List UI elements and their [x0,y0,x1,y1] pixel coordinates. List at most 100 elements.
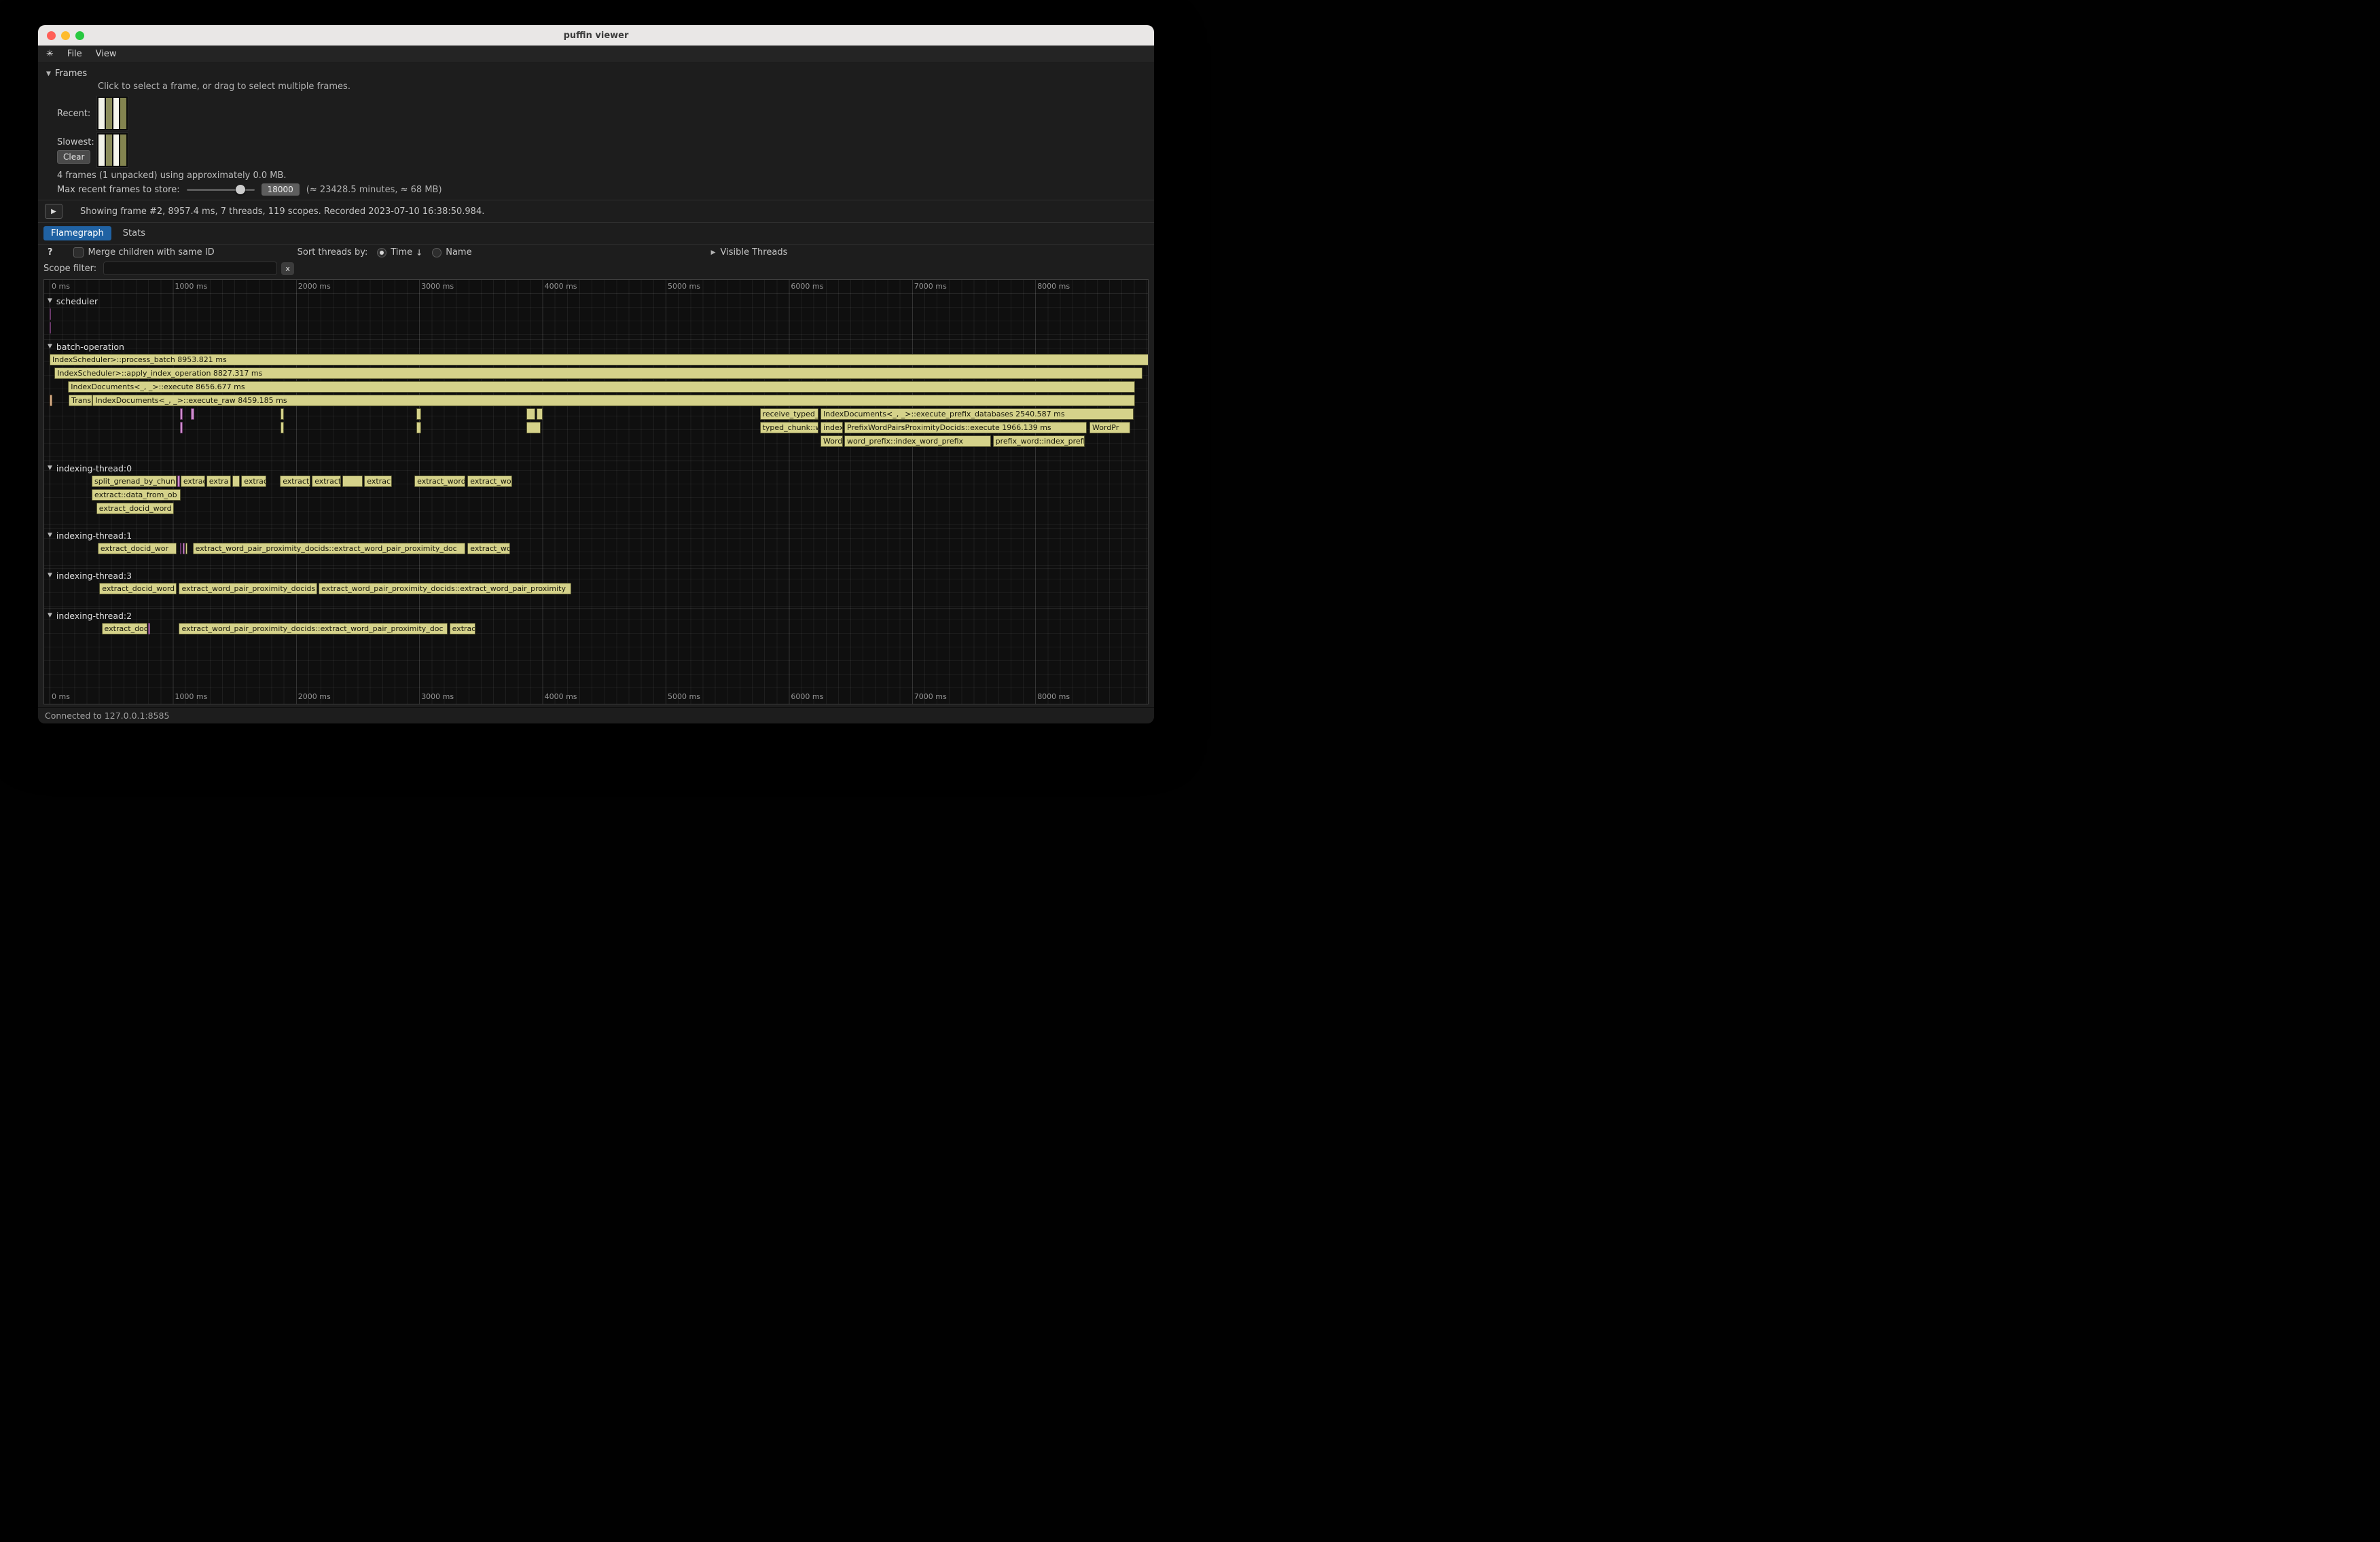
frame-thumb-bar[interactable] [98,98,105,129]
close-window-button[interactable] [47,31,56,40]
scope-bar[interactable]: extract_doc [102,623,147,634]
scope-bar[interactable] [191,408,194,420]
menu-item-file[interactable]: File [67,49,82,59]
frame-thumb-bar[interactable] [98,135,105,166]
play-button[interactable]: ▶ [45,204,62,219]
scope-bar[interactable] [281,422,284,433]
scope-bar[interactable]: IndexDocuments<_, _>::execute 8656.677 m… [68,381,1134,393]
scope-filter-input[interactable] [103,262,277,275]
clear-button[interactable]: Clear [57,150,90,164]
merge-children-checkbox[interactable] [73,247,84,257]
scope-bar[interactable]: extract_docid_word [99,583,177,594]
scope-bar[interactable] [185,543,187,554]
scope-bar[interactable] [177,476,179,487]
frame-thumb-bar[interactable] [120,98,126,129]
clear-filter-button[interactable]: x [281,262,294,275]
scope-bar[interactable]: extract_word_pair_proximity_docids [179,583,317,594]
merge-children-label[interactable]: Merge children with same ID [88,247,215,257]
visible-threads-header[interactable]: ▶ Visible Threads [711,247,788,257]
thread-header[interactable]: ▼scheduler [44,294,1148,308]
frame-thumb-bar[interactable] [106,98,112,129]
scope-bar[interactable]: WordPr [1089,422,1130,433]
scope-bar[interactable]: extract_word_pair_proximity_docids::extr… [319,583,571,594]
scope-bar[interactable]: prefix_word::index_prefix_wo [993,435,1085,447]
frames-header[interactable]: ▼ Frames [46,69,1149,79]
scope-bar[interactable]: extra [206,476,231,487]
sort-direction-arrow-icon[interactable]: ↓ [416,248,422,257]
scope-bar[interactable]: PrefixWordPairsProximityDocids::execute … [844,422,1087,433]
scope-bar[interactable]: extract::data_from_ob [92,489,181,501]
thread-header[interactable]: ▼indexing-thread:2 [44,609,1148,622]
scope-bar[interactable] [148,623,150,634]
scope-bar[interactable] [50,322,51,334]
scope-bar[interactable]: extract_wo [467,543,510,554]
scope-bar[interactable] [416,408,421,420]
sort-by-time-label[interactable]: Time [391,247,412,257]
scope-bar[interactable]: extract_docid_word [96,503,174,514]
scope-bar[interactable]: extrac [450,623,475,634]
frame-thumb-bar[interactable] [106,135,112,166]
scope-bar[interactable]: IndexDocuments<_, _>::execute_raw 8459.1… [92,395,1134,406]
scope-bar[interactable] [180,422,183,433]
max-frames-slider[interactable] [187,184,255,195]
scope-bar[interactable] [183,543,185,554]
scope-bar[interactable]: extrac [241,476,266,487]
frame-thumb-bar[interactable] [113,135,120,166]
menu-item-view[interactable]: View [96,49,117,59]
scope-bar[interactable]: index [821,422,843,433]
scope-bar[interactable] [526,422,541,433]
scope-bar[interactable]: IndexScheduler>::apply_index_operation 8… [54,367,1142,379]
scope-bar[interactable]: receive_typed_ [760,408,818,420]
flamegraph-canvas[interactable]: 0 ms1000 ms2000 ms3000 ms4000 ms5000 ms6… [43,279,1149,704]
scope-bar[interactable]: extract_wo [467,476,512,487]
thread-header[interactable]: ▼indexing-thread:1 [44,528,1148,542]
scope-bar[interactable]: word_prefix::index_word_prefix [844,435,991,447]
minimize-window-button[interactable] [61,31,70,40]
tab-flamegraph[interactable]: Flamegraph [43,226,111,240]
help-button[interactable]: ? [48,247,53,257]
zoom-window-button[interactable] [75,31,84,40]
frame-thumb-bar[interactable] [120,135,126,166]
flame-sections[interactable]: ▼scheduler▼batch-operationIndexScheduler… [44,293,1148,690]
sort-by-name-label[interactable]: Name [446,247,471,257]
tick-label: 4000 ms [545,692,577,701]
recent-frames-thumbnail[interactable] [96,96,128,131]
scope-bar[interactable]: extract [364,476,391,487]
scope-bar[interactable]: Trans [69,395,92,406]
scope-bar[interactable]: extract_word_pair_proximity_docids::extr… [193,543,465,554]
scope-bar[interactable]: split_grenad_by_chun [92,476,177,487]
scope-bar[interactable] [342,476,363,487]
tab-stats[interactable]: Stats [115,226,153,240]
scope-bar[interactable]: IndexDocuments<_, _>::execute_prefix_dat… [821,408,1134,420]
scope-bar[interactable]: IndexScheduler>::process_batch 8953.821 … [50,354,1148,365]
scope-bar[interactable] [537,408,542,420]
slider-knob[interactable] [236,185,245,194]
flame-row: extract_docid_wordextract_word_pair_prox… [44,582,1148,596]
scope-bar-label: receive_typed_ [761,410,818,418]
max-frames-value[interactable]: 18000 [262,183,300,196]
scope-bar[interactable]: extract_ [312,476,340,487]
scope-bar[interactable]: extract_word [414,476,465,487]
scope-bar[interactable]: extract_word_pair_proximity_docids::extr… [179,623,448,634]
scope-bar[interactable] [50,395,52,406]
scope-bar[interactable] [281,408,284,420]
scope-bar[interactable] [180,543,182,554]
sort-by-name-radio[interactable] [432,248,441,257]
scope-bar[interactable] [416,422,421,433]
thread-header[interactable]: ▼batch-operation [44,340,1148,353]
scope-bar[interactable]: Word [821,435,843,447]
scope-bar[interactable] [526,408,535,420]
scope-bar[interactable]: extract_docid_wor [98,543,177,554]
theme-toggle-icon[interactable]: ✳ [46,49,54,59]
scope-bar[interactable]: extract [181,476,205,487]
scope-bar[interactable]: typed_chunk::w [760,422,818,433]
thread-header[interactable]: ▼indexing-thread:0 [44,461,1148,475]
thread-header[interactable]: ▼indexing-thread:3 [44,569,1148,582]
sort-by-time-radio[interactable] [377,248,386,257]
scope-bar[interactable]: extract_ [280,476,310,487]
scope-bar[interactable] [180,408,183,420]
slowest-frames-thumbnail[interactable] [96,132,128,168]
scope-bar[interactable] [232,476,240,487]
scope-bar[interactable] [50,308,51,320]
frame-thumb-bar[interactable] [113,98,120,129]
